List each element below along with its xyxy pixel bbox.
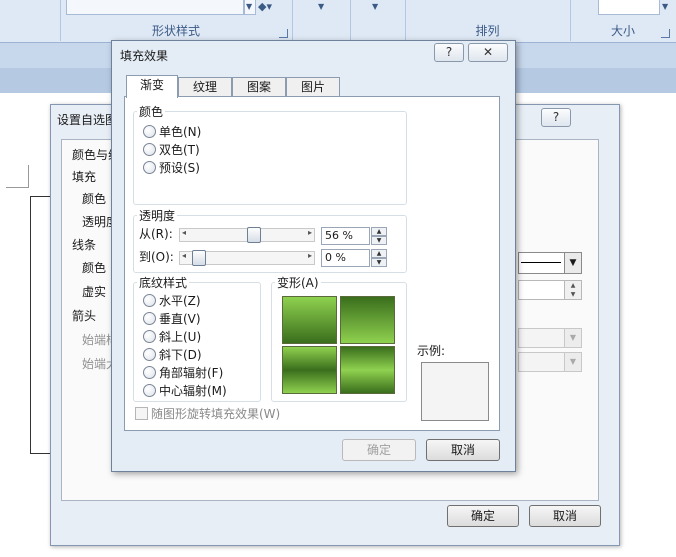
gradient-panel: 颜色 单色(N) 双色(T) 预设(S) 透明度 从(R): ◂ ▸ 56 % …: [124, 96, 500, 431]
ribbon-group-shape-styles: ▼ ◆▾ 形状样式: [60, 0, 293, 41]
to-label: 到(O):: [139, 250, 174, 264]
arrows-section-label: 箭头: [72, 309, 97, 323]
from-slider-thumb[interactable]: [246, 227, 261, 243]
ribbon-group-arrange: 排列: [405, 0, 571, 41]
from-slider-track[interactable]: ◂ ▸: [179, 227, 315, 243]
sample-preview: [421, 362, 489, 421]
help-button[interactable]: ?: [541, 108, 571, 127]
page-corner-mark: [6, 165, 29, 188]
gallery-more-button[interactable]: ▼: [244, 0, 256, 15]
back-cancel-button[interactable]: 取消: [529, 505, 601, 527]
size-input[interactable]: [598, 0, 660, 15]
dialog-launcher-icon[interactable]: [661, 29, 670, 38]
left-arrow-icon[interactable]: ◂: [182, 251, 186, 260]
ribbon: ▼ ◆▾ 形状样式 ▼ ▼ 排列 ▼ 大小: [0, 0, 676, 43]
to-spin-up-icon[interactable]: ▲: [371, 249, 387, 258]
tab-pattern[interactable]: 图案: [232, 77, 286, 97]
shape-effects-icon[interactable]: ◆▾: [258, 0, 272, 13]
radio-from-corner[interactable]: [143, 366, 156, 379]
shape-styles-label: 形状样式: [151, 24, 200, 38]
ribbon-group-3d: ▼: [350, 0, 406, 41]
radio-diagonal-down-label: 斜下(D): [159, 348, 202, 362]
left-arrow-icon[interactable]: ◂: [182, 228, 186, 237]
weight-spinner[interactable]: ▲ ▼: [518, 280, 582, 300]
chevron-down-icon[interactable]: ▼: [564, 329, 581, 347]
dialog-title: 填充效果: [120, 49, 169, 63]
back-dialog-title: 设置自选图: [57, 113, 118, 127]
ribbon-group-left: [0, 0, 61, 41]
to-slider-thumb[interactable]: [192, 250, 206, 266]
radio-from-corner-label: 角部辐射(F): [159, 366, 224, 380]
arrange-label: 排列: [475, 24, 500, 38]
radio-two-colors[interactable]: [143, 143, 156, 156]
line-sample: [521, 262, 561, 263]
from-label: 从(R):: [139, 227, 173, 241]
radio-two-colors-label: 双色(T): [159, 143, 200, 157]
variant-swatch-1[interactable]: [282, 296, 337, 344]
tab-texture[interactable]: 纹理: [178, 77, 232, 97]
radio-vertical[interactable]: [143, 312, 156, 325]
tab-gradient[interactable]: 渐变: [126, 75, 178, 98]
right-arrow-icon[interactable]: ▸: [308, 251, 312, 260]
begin-size-dropdown[interactable]: ▼: [518, 352, 582, 372]
radio-preset-label: 预设(S): [159, 161, 200, 175]
help-button[interactable]: ?: [434, 43, 464, 62]
radio-from-center[interactable]: [143, 384, 156, 397]
radio-one-color-label: 单色(N): [159, 125, 202, 139]
from-spin-up-icon[interactable]: ▲: [371, 227, 387, 236]
back-ok-button[interactable]: 确定: [447, 505, 519, 527]
dashed-label: 虚实: [82, 285, 107, 299]
chevron-down-icon[interactable]: ▼: [662, 2, 668, 11]
tab-picture[interactable]: 图片: [286, 77, 340, 97]
variants-title: 变形(A): [275, 274, 321, 291]
ribbon-group-shadow: ▼: [292, 0, 351, 41]
line-color-dropdown[interactable]: ▼: [518, 252, 582, 274]
chevron-down-icon[interactable]: ▼: [564, 253, 581, 273]
chevron-down-icon[interactable]: ▼: [372, 2, 378, 11]
line-color-label: 颜色: [82, 261, 107, 275]
from-value-input[interactable]: 56 %: [321, 227, 370, 245]
variant-swatch-4[interactable]: [340, 346, 395, 394]
chevron-down-icon[interactable]: ▼: [564, 353, 581, 371]
right-arrow-icon[interactable]: ▸: [308, 228, 312, 237]
variant-swatch-2[interactable]: [340, 296, 395, 344]
colors-group-title: 颜色: [137, 103, 166, 120]
cancel-button[interactable]: 取消: [426, 439, 500, 461]
radio-diagonal-up-label: 斜上(U): [159, 330, 202, 344]
radio-one-color[interactable]: [143, 125, 156, 138]
shape-style-gallery[interactable]: [66, 0, 244, 15]
ribbon-group-size: ▼ 大小: [570, 0, 676, 41]
fill-color-label: 颜色: [82, 192, 107, 206]
to-slider-track[interactable]: ◂ ▸: [179, 250, 315, 266]
from-spin-down-icon[interactable]: ▼: [371, 236, 387, 245]
ok-button[interactable]: 确定: [342, 439, 416, 461]
radio-from-center-label: 中心辐射(M): [159, 384, 227, 398]
sample-label: 示例:: [417, 344, 446, 358]
radio-diagonal-up[interactable]: [143, 330, 156, 343]
to-spin-down-icon[interactable]: ▼: [371, 258, 387, 267]
begin-style-dropdown[interactable]: ▼: [518, 328, 582, 348]
to-value-input[interactable]: 0 %: [321, 249, 370, 267]
rotate-with-shape-label: 随图形旋转填充效果(W): [151, 407, 281, 421]
fill-section-label: 填充: [72, 170, 97, 184]
radio-diagonal-down[interactable]: [143, 348, 156, 361]
shading-styles-title: 底纹样式: [137, 274, 190, 291]
close-button[interactable]: ✕: [468, 43, 508, 62]
line-section-label: 线条: [72, 238, 97, 252]
chevron-down-icon[interactable]: ▼: [318, 2, 324, 11]
fill-effects-dialog: 填充效果 ? ✕ 渐变 纹理 图案 图片 颜色 单色(N) 双色(T) 预设(S…: [111, 40, 516, 472]
radio-vertical-label: 垂直(V): [159, 312, 201, 326]
transparency-title: 透明度: [137, 207, 178, 224]
spin-arrows-icon[interactable]: ▲ ▼: [564, 281, 581, 299]
page-shape-outline: [30, 196, 51, 454]
radio-horizontal[interactable]: [143, 294, 156, 307]
radio-preset[interactable]: [143, 161, 156, 174]
dialog-launcher-icon[interactable]: [279, 29, 288, 38]
variant-swatch-3[interactable]: [282, 346, 337, 394]
radio-horizontal-label: 水平(Z): [159, 294, 201, 308]
rotate-with-shape-checkbox[interactable]: [135, 407, 148, 420]
